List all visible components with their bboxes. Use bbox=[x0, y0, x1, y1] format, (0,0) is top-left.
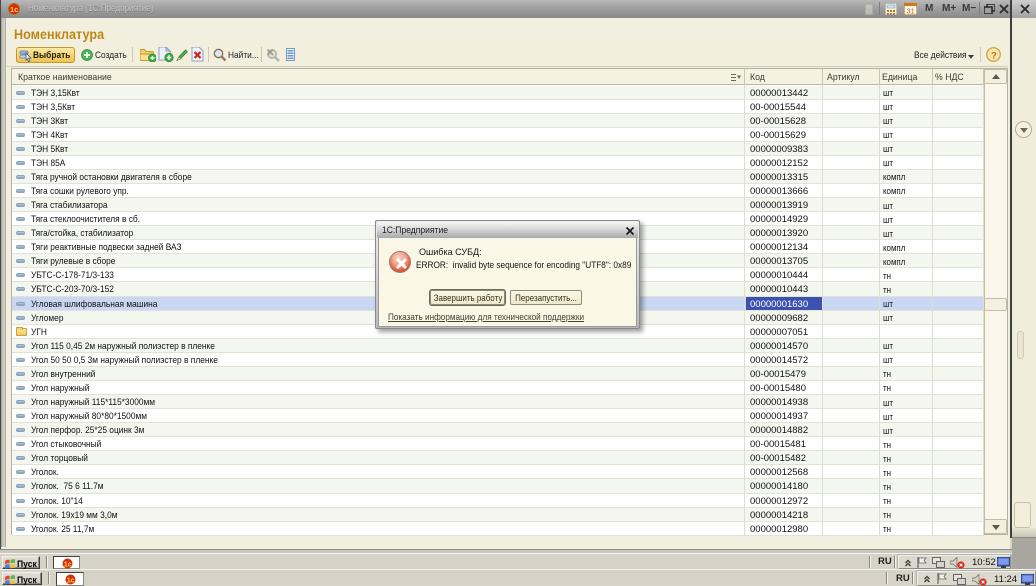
svg-text:1c: 1c bbox=[64, 561, 72, 568]
svg-text:1c: 1c bbox=[67, 577, 75, 584]
svg-text:31: 31 bbox=[907, 7, 915, 16]
svg-text:1c: 1c bbox=[10, 5, 18, 14]
svg-text:?: ? bbox=[991, 51, 997, 62]
